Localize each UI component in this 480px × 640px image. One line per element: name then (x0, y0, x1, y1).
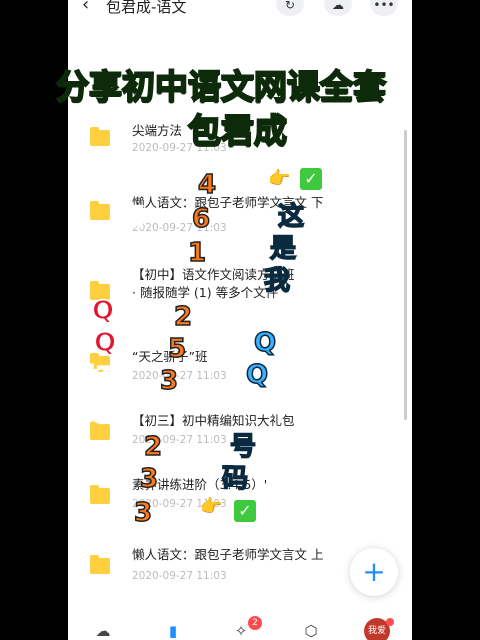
folder-icon (90, 201, 110, 220)
box-tab-icon[interactable]: ⬡ (300, 622, 322, 640)
overlay-text: 我 (111, 233, 139, 265)
folder-icon (90, 555, 110, 574)
overlay-text: 码 (221, 463, 249, 495)
plus-icon: + (362, 555, 386, 588)
history-icon: ↻ (284, 0, 296, 12)
item-date: 2020-09-27 11:03 (132, 570, 227, 582)
overlay-number: 5 (167, 333, 187, 365)
history-button[interactable]: ↻ (276, 0, 304, 16)
avatar-dot (386, 618, 394, 626)
item-date: 2020-09-27 11:03 (132, 222, 227, 234)
bottom-nav: ☁ ▮ ✧ ⬡ (68, 616, 412, 640)
overlay-number: 2 (173, 301, 193, 333)
checkmark-icon: ✓ (300, 168, 322, 190)
notification-badge: 2 (248, 616, 262, 630)
overlay-number: 4 (197, 169, 217, 201)
item-name: 【初三】初中精编知识大礼包 (132, 413, 295, 428)
top-bar: ‹ 包君成-语文 ↻ ☁ ••• (68, 0, 412, 18)
folder-icon (90, 485, 110, 504)
page-title: 包君成-语文 (106, 0, 187, 16)
more-icon: ••• (373, 0, 395, 12)
overlay-number: 2 (143, 431, 163, 463)
overlay-number: 3 (139, 463, 159, 495)
overlay-text: Q (93, 327, 117, 359)
overlay-text: Q (253, 327, 277, 359)
overlay-text: Q (91, 295, 115, 327)
checkmark-icon: ✓ (234, 500, 256, 522)
overlay-text: 需要的 (91, 159, 171, 191)
overlay-text: Q (245, 359, 269, 391)
scrollbar[interactable] (404, 130, 407, 420)
overlay-number: 3 (159, 365, 179, 397)
overlay-text: 友 (77, 397, 105, 429)
banner-subtitle: 包君成 (187, 110, 288, 151)
back-icon[interactable]: ‹ (82, 0, 89, 15)
banner-title: 分享初中语文网课全套 (55, 66, 387, 107)
item-name: 尖端方法 (132, 123, 183, 138)
add-button[interactable]: + (350, 548, 398, 596)
overlay-number: 3 (133, 497, 153, 529)
item-name-line2: · 随报随学 (1) 等多个文件 (132, 285, 279, 300)
pointing-hand-icon: 👉 (268, 168, 291, 189)
cloud-button[interactable]: ☁ (324, 0, 352, 16)
folder-icon (90, 127, 110, 146)
item-name: 懒人语文：跟包子老师学文言文 上 (132, 547, 324, 562)
more-button[interactable]: ••• (370, 0, 398, 16)
overlay-number: 1 (187, 237, 207, 269)
files-tab-icon[interactable]: ▮ (162, 622, 184, 640)
overlay-number: 6 (191, 203, 211, 235)
item-date: 2020-09-27 11:03 (132, 370, 227, 382)
cloud-tab-icon[interactable]: ☁ (92, 622, 114, 640)
pointing-hand-icon: 👉 (200, 496, 223, 517)
cloud-icon: ☁ (332, 0, 344, 12)
overlay-text: 我 (263, 265, 291, 297)
overlay-text: 好 (85, 363, 113, 395)
